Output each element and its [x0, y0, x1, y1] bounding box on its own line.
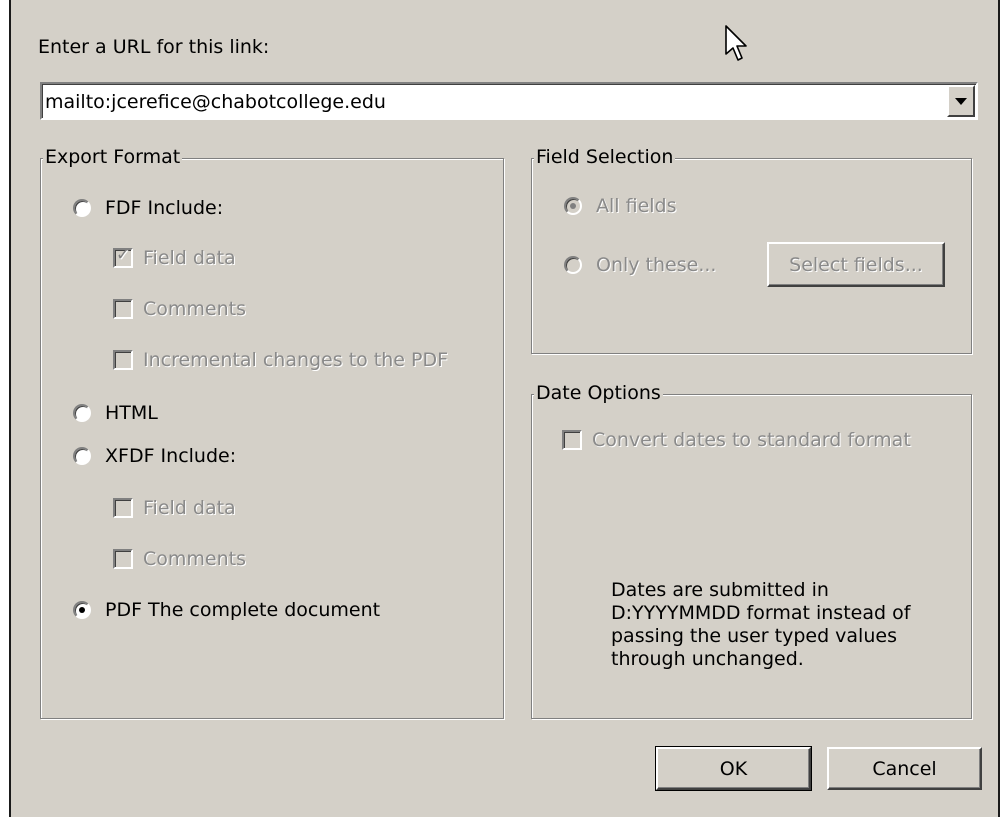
fdf-field-data-label: Field data: [143, 247, 236, 269]
xfdf-field-data-checkbox[interactable]: [113, 498, 133, 518]
xfdf-radio[interactable]: [73, 447, 91, 465]
fdf-incremental-row[interactable]: Incremental changes to the PDF: [113, 349, 448, 371]
only-these-row[interactable]: Only these...: [564, 254, 716, 276]
note-line: through unchanged.: [611, 648, 804, 670]
xfdf-comments-label: Comments: [143, 548, 246, 570]
fdf-label: FDF Include:: [105, 197, 224, 219]
fdf-radio-row[interactable]: FDF Include:: [73, 197, 223, 219]
convert-dates-checkbox[interactable]: [562, 430, 582, 450]
date-options-title: Date Options: [534, 382, 663, 404]
note-line: passing the user typed values: [611, 625, 897, 647]
submit-form-dialog: Enter a URL for this link: mailto:jceref…: [9, 0, 1000, 817]
date-options-note: Dates are submitted in D:YYYYMMDD format…: [611, 579, 910, 671]
only-these-label: Only these...: [596, 254, 717, 276]
all-fields-row[interactable]: All fields: [564, 195, 677, 217]
all-fields-radio[interactable]: [564, 197, 582, 215]
radio-selected-dot: [79, 607, 85, 613]
html-radio-row[interactable]: HTML: [73, 402, 158, 424]
html-label: HTML: [105, 402, 158, 424]
fdf-field-data-row[interactable]: ✓ Field data: [113, 245, 236, 269]
url-input[interactable]: mailto:jcerefice@chabotcollege.edu: [45, 91, 386, 113]
xfdf-radio-row[interactable]: XFDF Include:: [73, 445, 236, 467]
export-format-group: Export Format FDF Include: ✓ Field data …: [40, 146, 504, 719]
only-these-radio[interactable]: [564, 256, 582, 274]
cancel-button[interactable]: Cancel: [827, 747, 982, 790]
fdf-comments-label: Comments: [143, 298, 246, 320]
chevron-down-icon: [955, 97, 967, 105]
export-format-title: Export Format: [43, 146, 183, 168]
xfdf-field-data-row[interactable]: Field data: [113, 497, 236, 519]
fdf-radio[interactable]: [73, 199, 91, 217]
xfdf-label: XFDF Include:: [105, 445, 237, 467]
pdf-radio[interactable]: [73, 601, 91, 619]
convert-dates-row[interactable]: Convert dates to standard format: [562, 429, 911, 451]
xfdf-field-data-label: Field data: [143, 497, 236, 519]
pdf-radio-row[interactable]: PDF The complete document: [73, 599, 380, 621]
checkmark-icon: ✓: [116, 245, 131, 265]
all-fields-label: All fields: [596, 195, 677, 217]
field-selection-group: Field Selection All fields Only these...…: [531, 146, 972, 354]
pdf-label: PDF The complete document: [105, 599, 381, 621]
convert-dates-label: Convert dates to standard format: [592, 429, 911, 451]
note-line: Dates are submitted in: [611, 579, 829, 601]
fdf-field-data-checkbox[interactable]: ✓: [113, 245, 133, 268]
ok-button[interactable]: OK: [655, 746, 812, 791]
fdf-incremental-label: Incremental changes to the PDF: [143, 349, 449, 371]
note-line: D:YYYYMMDD format instead of: [611, 602, 911, 624]
select-fields-button[interactable]: Select fields...: [767, 242, 945, 287]
url-label: Enter a URL for this link:: [38, 36, 270, 58]
xfdf-comments-row[interactable]: Comments: [113, 548, 246, 570]
fdf-incremental-checkbox[interactable]: [113, 350, 133, 370]
fdf-comments-row[interactable]: Comments: [113, 298, 246, 320]
fdf-comments-checkbox[interactable]: [113, 299, 133, 319]
radio-selected-dot: [570, 203, 576, 209]
mouse-pointer-icon: [725, 25, 747, 61]
html-radio[interactable]: [73, 404, 91, 422]
url-dropdown-button[interactable]: [947, 85, 975, 117]
field-selection-title: Field Selection: [534, 146, 676, 168]
url-combobox[interactable]: mailto:jcerefice@chabotcollege.edu: [40, 82, 978, 120]
xfdf-comments-checkbox[interactable]: [113, 549, 133, 569]
